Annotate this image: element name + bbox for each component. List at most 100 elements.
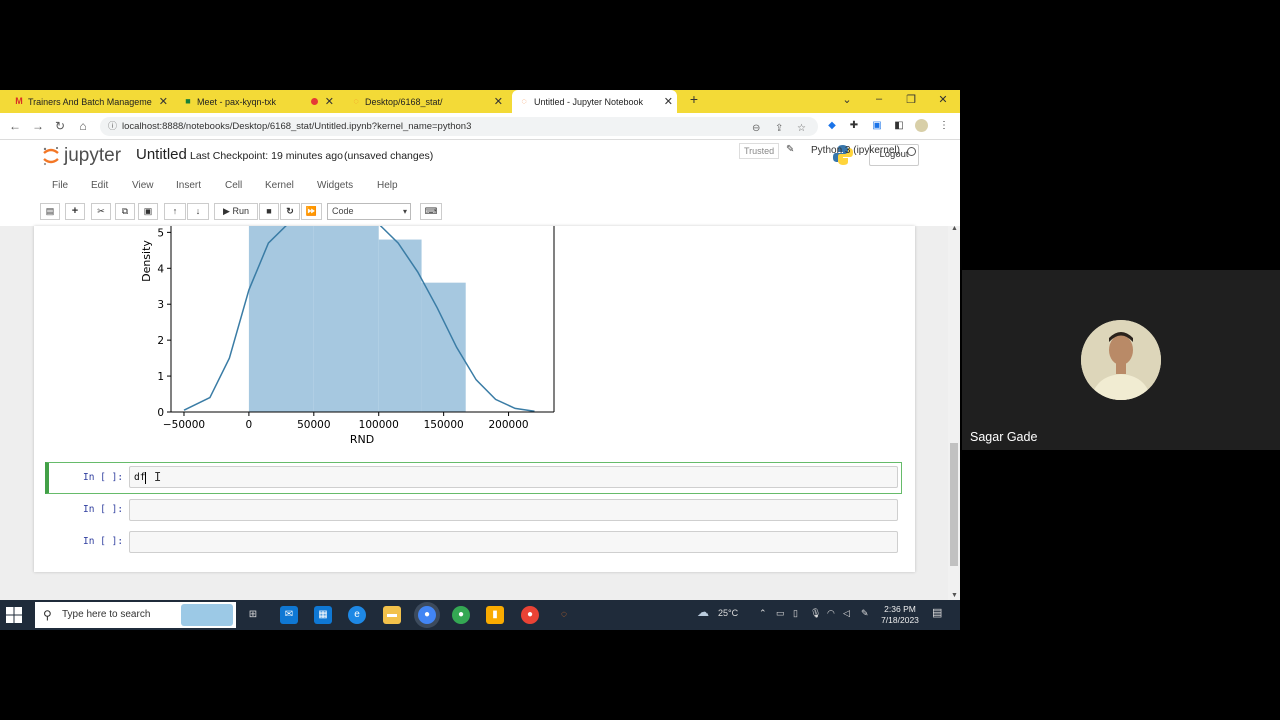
copy-icon[interactable]: ⧉ <box>115 203 135 220</box>
network-icon[interactable]: ▭ <box>776 608 785 619</box>
text-cursor <box>145 471 147 484</box>
taskbar-search-box[interactable]: ⚲ Type here to search <box>35 602 236 628</box>
save-icon[interactable]: ▤ <box>40 203 60 220</box>
menu-view[interactable]: View <box>132 180 154 191</box>
menu-file[interactable]: File <box>52 180 68 191</box>
edge-icon[interactable]: e <box>348 606 366 624</box>
chrome-icon[interactable]: ● <box>418 606 436 624</box>
restart-icon[interactable]: ↻ <box>280 203 300 220</box>
close-window-icon[interactable]: ✕ <box>936 93 950 106</box>
close-tab-icon[interactable]: ✕ <box>159 95 168 108</box>
new-tab-icon[interactable]: + <box>687 91 701 107</box>
insert-cell-icon[interactable]: + <box>65 203 85 220</box>
pen-icon[interactable]: ✎ <box>861 608 869 619</box>
back-icon[interactable]: ← <box>8 119 22 133</box>
notebook-name[interactable]: Untitled <box>136 146 187 163</box>
jupyter-taskbar-icon[interactable]: ◌ <box>555 606 573 624</box>
url-text: localhost:8888/notebooks/Desktop/6168_st… <box>122 121 472 132</box>
power-bi-icon[interactable]: ▮ <box>486 606 504 624</box>
keyboard-icon[interactable]: ⌨ <box>420 203 442 220</box>
file-explorer-icon[interactable]: ▬ <box>383 606 401 624</box>
fast-forward-icon[interactable]: ⏩ <box>301 203 322 220</box>
reload-icon[interactable]: ↻ <box>53 119 67 133</box>
speaker-icon[interactable]: ◁ <box>843 608 850 619</box>
tab-desktop[interactable]: ◌ Desktop/6168_stat/ ✕ <box>351 90 507 113</box>
battery-icon[interactable]: ▯ <box>793 608 798 619</box>
restore-icon[interactable]: ❐ <box>904 93 918 106</box>
minimize-icon[interactable]: – <box>872 93 886 105</box>
menu-widgets[interactable]: Widgets <box>317 180 353 191</box>
menu-cell[interactable]: Cell <box>225 180 242 191</box>
cut-icon[interactable]: ✂ <box>91 203 111 220</box>
close-tab-icon[interactable]: ✕ <box>664 95 673 108</box>
scrollbar-thumb[interactable] <box>950 443 958 566</box>
run-button[interactable]: ▶ Run <box>214 203 258 220</box>
chrome-alt-icon[interactable]: ● <box>521 606 539 624</box>
more-menu-icon[interactable]: ⋮ <box>938 119 950 132</box>
code-input[interactable] <box>129 499 898 521</box>
home-icon[interactable]: ⌂ <box>76 119 90 133</box>
gmail-icon: M <box>15 96 23 106</box>
microphone-icon[interactable]: 🎙 <box>810 608 821 619</box>
tab-meet[interactable]: ■ Meet - pax-kyqn-txk ✕ <box>183 90 338 113</box>
code-cell[interactable]: In [ ]: <box>45 495 902 527</box>
sidebar-icon[interactable]: ◧ <box>893 119 905 132</box>
profile-avatar-icon[interactable] <box>915 119 928 132</box>
move-down-icon[interactable]: ↓ <box>187 203 209 220</box>
menu-edit[interactable]: Edit <box>91 180 108 191</box>
wifi-icon[interactable]: ◠ <box>827 608 835 619</box>
taskbar-clock[interactable]: 2:36 PM 7/18/2023 <box>876 604 924 626</box>
move-up-icon[interactable]: ↑ <box>164 203 186 220</box>
meet-icon: ■ <box>185 96 191 106</box>
paste-icon[interactable]: ▣ <box>138 203 158 220</box>
extension-icon[interactable]: ◆ <box>826 119 838 132</box>
share-icon[interactable]: ⇪ <box>775 119 783 138</box>
tab-untitled[interactable]: ◌ Untitled - Jupyter Notebook ✕ <box>512 90 677 113</box>
tab-title: Trainers And Batch Management <box>28 96 152 107</box>
participant-name: Sagar Gade <box>970 430 1038 444</box>
puzzle-icon[interactable]: ✚ <box>848 119 860 132</box>
store-icon[interactable]: ▦ <box>314 606 332 624</box>
menu-insert[interactable]: Insert <box>176 180 201 191</box>
chevron-down-icon[interactable]: ⌄ <box>840 93 854 106</box>
chevron-up-icon[interactable]: ⌃ <box>759 608 767 619</box>
close-tab-icon[interactable]: ✕ <box>494 95 503 108</box>
code-input[interactable]: df I <box>129 466 898 488</box>
task-view-icon[interactable]: ⊞ <box>244 606 262 624</box>
tab-trainers[interactable]: M Trainers And Batch Management ✕ <box>14 90 172 113</box>
mail-icon[interactable]: ✉ <box>280 606 298 624</box>
cell-type-select[interactable]: Code ▾ <box>327 203 411 220</box>
address-bar[interactable]: ⓘ localhost:8888/notebooks/Desktop/6168_… <box>100 117 818 136</box>
stop-icon[interactable]: ■ <box>259 203 279 220</box>
menu-help[interactable]: Help <box>377 180 398 191</box>
x-tick-label: −50000 <box>163 419 205 431</box>
code-cell-selected[interactable]: In [ ]: df I <box>45 462 902 494</box>
tab-title: Desktop/6168_stat/ <box>365 96 443 107</box>
bookmark-star-icon[interactable]: ☆ <box>797 119 806 138</box>
code-cell[interactable]: In [ ]: <box>45 527 902 559</box>
code-text: df <box>134 472 146 483</box>
zoom-icon[interactable]: ⊖ <box>752 119 760 138</box>
windows-start-icon[interactable] <box>6 607 22 623</box>
cell-prompt: In [ ]: <box>83 536 124 547</box>
menu-kernel[interactable]: Kernel <box>265 180 294 191</box>
scroll-up-icon[interactable]: ▲ <box>951 225 958 232</box>
notifications-icon[interactable]: ▤ <box>932 606 942 619</box>
jupyter-wordmark: jupyter <box>64 145 122 166</box>
vertical-scrollbar[interactable]: ▲ ▼ <box>948 225 960 602</box>
cast-icon[interactable]: ▣ <box>871 119 883 132</box>
edit-pencil-icon[interactable]: ✎ <box>786 144 794 155</box>
kernel-status-icon <box>907 147 916 156</box>
scroll-down-icon[interactable]: ▼ <box>951 592 958 599</box>
kernel-name[interactable]: Python 3 (ipykernel) <box>811 145 900 156</box>
code-input[interactable] <box>129 531 898 553</box>
close-tab-icon[interactable]: ✕ <box>325 95 334 108</box>
forward-icon[interactable]: → <box>31 119 45 133</box>
density-histogram-chart: −50000 0 50000 100000 150000 200000012345 Den… <box>140 226 555 446</box>
histogram-bar <box>248 226 314 412</box>
recording-indicator-icon <box>311 98 318 105</box>
trusted-indicator[interactable]: Trusted <box>739 143 780 159</box>
menu-bar: File Edit View Insert Cell Kernel Widget… <box>38 175 922 197</box>
weather-temperature[interactable]: 25°C <box>718 608 738 618</box>
chrome-profile-icon[interactable]: ● <box>452 606 470 624</box>
